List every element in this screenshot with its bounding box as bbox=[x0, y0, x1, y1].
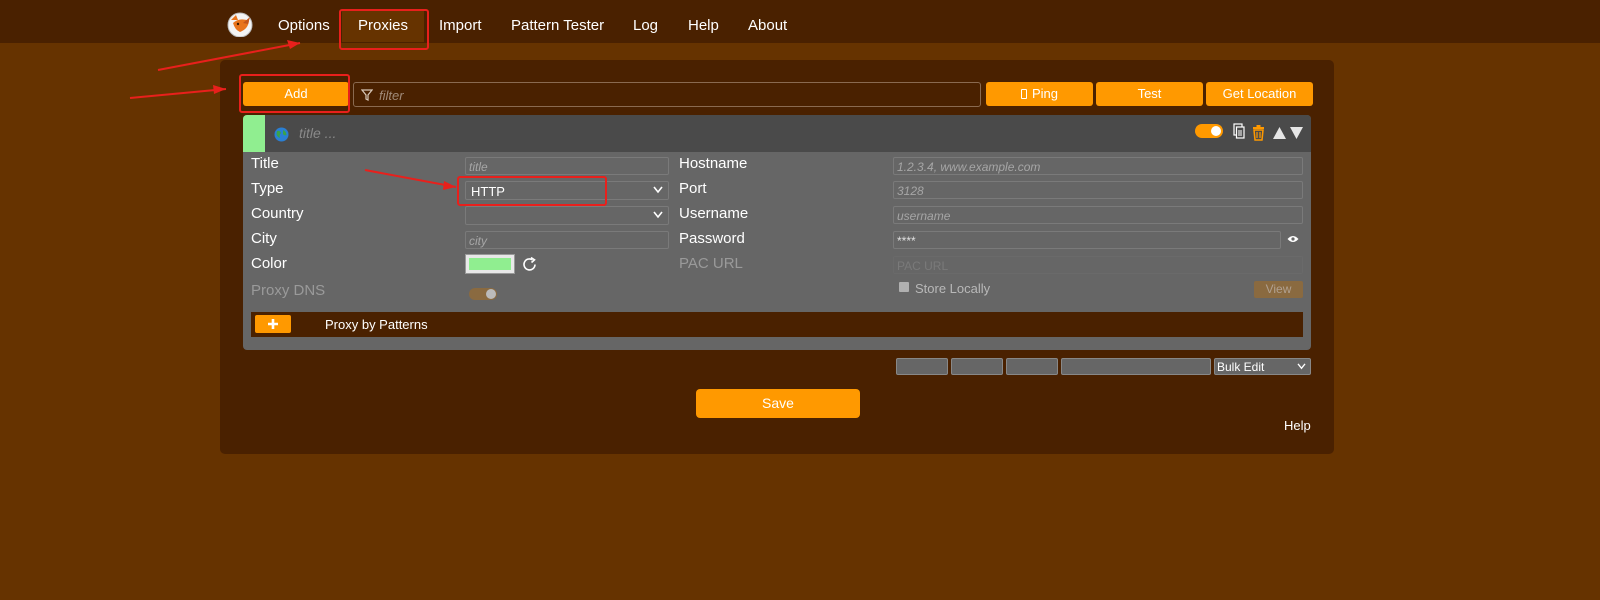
proxy-card-header: title ... bbox=[243, 115, 1311, 152]
proxy-dns-toggle[interactable] bbox=[469, 288, 497, 300]
port-label: Port bbox=[679, 180, 707, 197]
bulk-edit-value: Bulk Edit bbox=[1217, 360, 1265, 374]
password-input[interactable]: **** bbox=[893, 231, 1281, 249]
type-label: Type bbox=[251, 180, 284, 197]
nav-import[interactable]: Import bbox=[439, 17, 482, 34]
move-up-icon[interactable] bbox=[1273, 127, 1286, 139]
password-input-value: **** bbox=[897, 234, 916, 248]
proxy-dns-label: Proxy DNS bbox=[251, 282, 326, 299]
add-pattern-button[interactable] bbox=[255, 315, 291, 333]
city-input[interactable]: city bbox=[465, 231, 669, 249]
city-label: City bbox=[251, 230, 277, 247]
city-input-placeholder: city bbox=[469, 234, 487, 248]
store-locally-checkbox[interactable] bbox=[899, 282, 909, 292]
nav-about[interactable]: About bbox=[748, 17, 787, 34]
refresh-color-icon[interactable] bbox=[521, 256, 538, 273]
nav-help[interactable]: Help bbox=[688, 17, 719, 34]
nav-options[interactable]: Options bbox=[278, 17, 330, 34]
proxy-card: title ... Title Type Country City Color … bbox=[243, 115, 1311, 350]
fox-logo-icon[interactable] bbox=[226, 11, 254, 37]
plus-icon bbox=[268, 319, 278, 329]
phone-icon bbox=[1020, 89, 1027, 99]
show-password-eye-icon[interactable] bbox=[1287, 235, 1299, 243]
ping-button[interactable]: Ping bbox=[986, 82, 1093, 106]
proxy-title-placeholder[interactable]: title ... bbox=[299, 125, 336, 141]
password-label: Password bbox=[679, 230, 745, 247]
hostname-input[interactable]: 1.2.3.4, www.example.com bbox=[893, 157, 1303, 175]
pac-url-input: PAC URL bbox=[893, 256, 1303, 274]
color-label: Color bbox=[251, 255, 287, 272]
port-input[interactable]: 3128 bbox=[893, 181, 1303, 199]
ping-label: Ping bbox=[1031, 86, 1059, 101]
hostname-label: Hostname bbox=[679, 155, 748, 172]
color-picker[interactable] bbox=[465, 254, 515, 274]
nav-pattern-tester[interactable]: Pattern Tester bbox=[511, 17, 604, 34]
delete-icon[interactable] bbox=[1252, 125, 1265, 141]
title-input[interactable]: title bbox=[465, 157, 669, 175]
bulk-action-button-1[interactable] bbox=[896, 358, 948, 375]
globe-icon bbox=[274, 127, 289, 142]
hostname-input-placeholder: 1.2.3.4, www.example.com bbox=[897, 160, 1041, 174]
view-button: View bbox=[1254, 281, 1303, 298]
chevron-down-icon bbox=[653, 211, 663, 219]
bulk-action-button-3[interactable] bbox=[1006, 358, 1058, 375]
nav-log[interactable]: Log bbox=[633, 17, 658, 34]
port-input-placeholder: 3128 bbox=[897, 184, 924, 198]
move-down-icon[interactable] bbox=[1290, 127, 1303, 139]
annotation-box-type bbox=[457, 176, 607, 206]
annotation-box-add bbox=[239, 74, 350, 113]
filter-icon bbox=[361, 89, 373, 101]
proxy-by-patterns-label: Proxy by Patterns bbox=[325, 317, 428, 332]
top-nav: Options Proxies Import Pattern Tester Lo… bbox=[0, 0, 1600, 43]
bulk-edit-select[interactable]: Bulk Edit bbox=[1214, 358, 1311, 375]
title-input-placeholder: title bbox=[469, 160, 488, 174]
country-label: Country bbox=[251, 205, 304, 222]
proxy-by-patterns-bar: Proxy by Patterns bbox=[251, 312, 1303, 337]
filter-placeholder: filter bbox=[379, 88, 404, 103]
test-button[interactable]: Test bbox=[1096, 82, 1203, 106]
bulk-action-button-4[interactable] bbox=[1061, 358, 1211, 375]
pac-url-input-placeholder: PAC URL bbox=[897, 259, 949, 273]
chevron-down-icon bbox=[653, 186, 663, 194]
title-label: Title bbox=[251, 155, 279, 172]
username-input[interactable]: username bbox=[893, 206, 1303, 224]
get-location-button[interactable]: Get Location bbox=[1206, 82, 1313, 106]
proxy-enable-toggle[interactable] bbox=[1195, 124, 1223, 138]
chevron-down-icon bbox=[1297, 363, 1306, 370]
filter-input[interactable]: filter bbox=[353, 82, 981, 107]
help-link[interactable]: Help bbox=[1284, 418, 1311, 433]
save-button[interactable]: Save bbox=[696, 389, 860, 418]
username-label: Username bbox=[679, 205, 749, 222]
pac-url-label: PAC URL bbox=[679, 255, 743, 272]
store-locally-label: Store Locally bbox=[915, 281, 991, 296]
country-select[interactable] bbox=[465, 206, 669, 225]
duplicate-icon[interactable] bbox=[1233, 123, 1245, 139]
annotation-box-proxies bbox=[339, 9, 429, 50]
bulk-action-button-2[interactable] bbox=[951, 358, 1003, 375]
username-input-placeholder: username bbox=[897, 209, 951, 223]
proxy-color-strip bbox=[243, 115, 265, 152]
